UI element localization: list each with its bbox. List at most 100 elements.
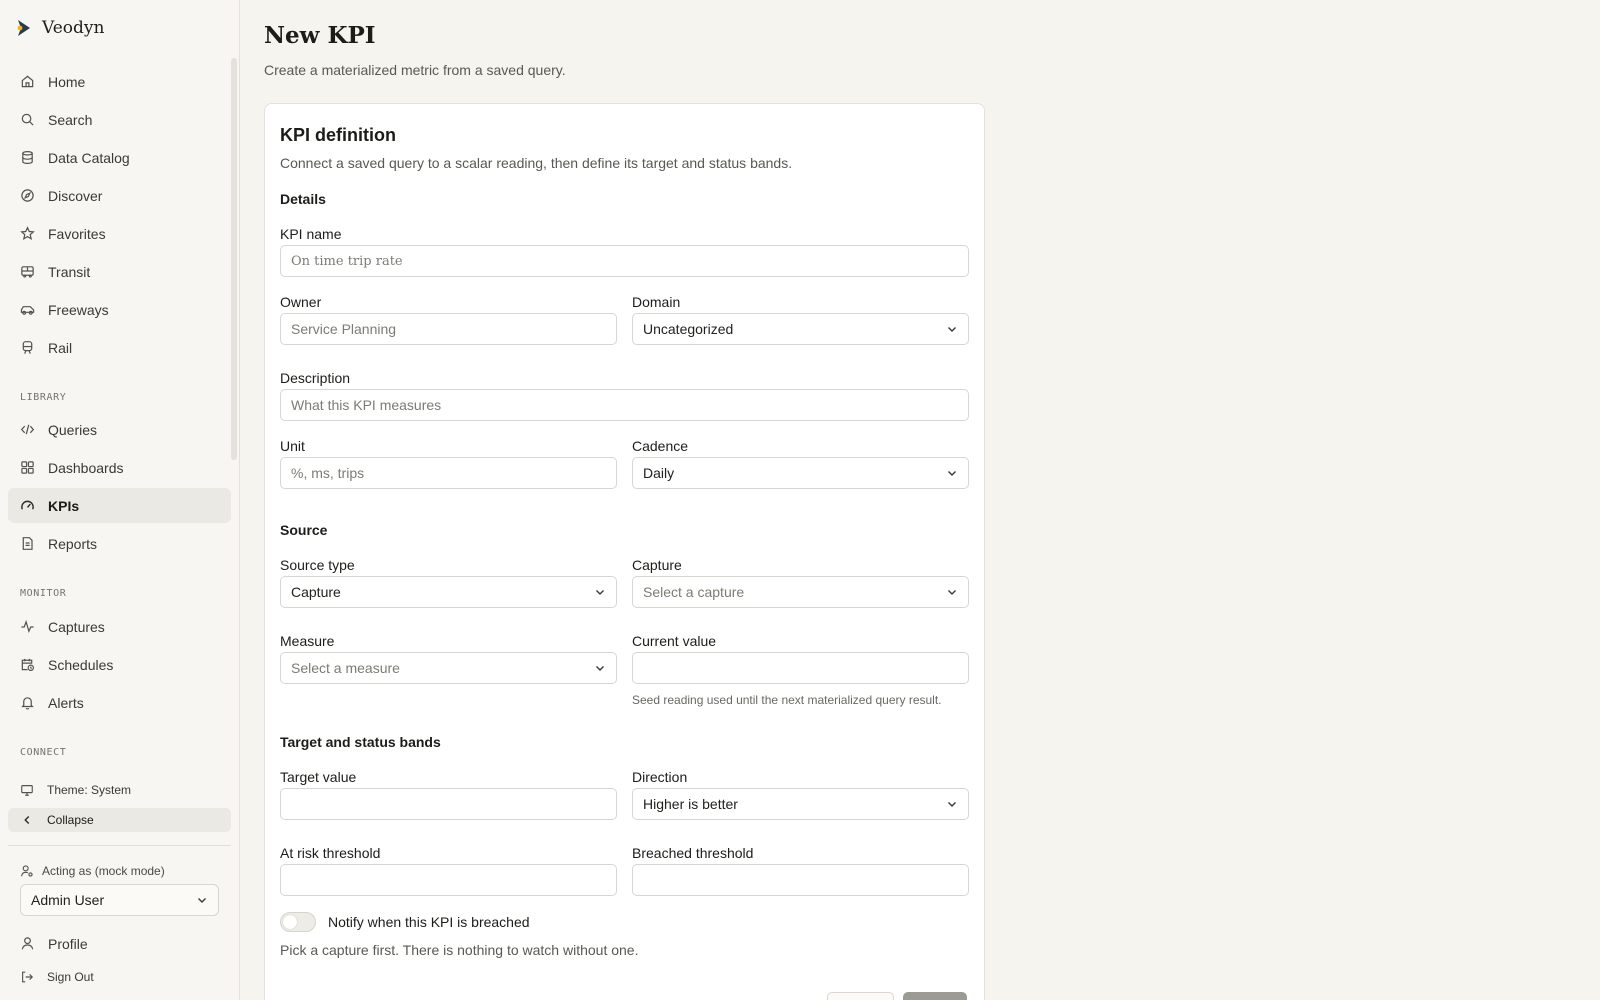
- measure-placeholder: Select a measure: [291, 660, 400, 676]
- theme-label: Theme: System: [47, 783, 132, 797]
- user-cog-icon: [21, 865, 33, 877]
- chevron-down-icon: [948, 590, 956, 595]
- sidebar-item-label: Home: [48, 73, 86, 90]
- source-type-select[interactable]: Capture: [280, 576, 617, 608]
- sidebar-item-rail[interactable]: Rail: [8, 330, 231, 365]
- brand-name: Veodyn: [42, 18, 105, 38]
- description-placeholder: What this KPI measures: [291, 397, 442, 413]
- notify-toggle[interactable]: [280, 912, 316, 932]
- compass-icon: [21, 189, 34, 202]
- unit-input[interactable]: %, ms, trips: [280, 457, 617, 489]
- sidebar-item-label: KPIs: [48, 497, 80, 514]
- breached-label: Breached threshold: [632, 845, 754, 861]
- sidebar-item-kpis[interactable]: KPIs: [8, 488, 231, 523]
- cancel-button[interactable]: [827, 992, 894, 1000]
- sidebar-item-label: Dashboards: [48, 459, 124, 476]
- at-risk-input[interactable]: [280, 864, 617, 896]
- sidebar-item-label: Queries: [48, 421, 98, 438]
- page-title: New KPI: [264, 22, 376, 49]
- sidebar-item-profile[interactable]: Profile: [8, 926, 231, 961]
- owner-placeholder: Service Planning: [291, 321, 397, 337]
- sidebar-item-label: Discover: [48, 187, 103, 204]
- domain-select[interactable]: Uncategorized: [632, 313, 969, 345]
- source-type-label: Source type: [280, 557, 355, 573]
- sidebar-item-label: Data Catalog: [48, 149, 130, 166]
- dashboard-icon: [21, 461, 34, 474]
- sidebar-item-label: Transit: [48, 263, 91, 280]
- collapse-label: Collapse: [47, 813, 94, 827]
- section-label-monitor: MONITOR: [20, 588, 67, 599]
- train-icon: [22, 341, 33, 354]
- chevron-down-icon: [596, 590, 604, 595]
- activity-icon: [21, 619, 34, 633]
- sidebar-item-data-catalog[interactable]: Data Catalog: [8, 140, 231, 175]
- card-subtitle: Connect a saved query to a scalar readin…: [280, 155, 793, 171]
- current-value-label: Current value: [632, 633, 717, 649]
- sign-out-button[interactable]: Sign Out: [8, 965, 231, 989]
- veodyn-logo-icon: [17, 20, 30, 36]
- sidebar-item-reports[interactable]: Reports: [8, 526, 231, 561]
- current-value-help: Seed reading used until the next materia…: [632, 693, 942, 707]
- gauge-icon: [21, 500, 34, 510]
- bell-icon: [21, 697, 34, 710]
- monitor-icon: [21, 785, 33, 796]
- at-risk-label: At risk threshold: [280, 845, 381, 861]
- sidebar-item-label: Schedules: [48, 656, 114, 673]
- description-input[interactable]: What this KPI measures: [280, 389, 969, 421]
- current-value-input[interactable]: [632, 652, 969, 684]
- chevron-down-icon: [198, 898, 206, 903]
- acting-as: Acting as (mock mode): [20, 864, 165, 878]
- page-subtitle: Create a materialized metric from a save…: [264, 62, 566, 78]
- owner-input[interactable]: Service Planning: [280, 313, 617, 345]
- sidebar-item-queries[interactable]: Queries: [8, 412, 231, 447]
- chevron-left-icon: [24, 816, 30, 824]
- bus-icon: [21, 266, 34, 278]
- brand[interactable]: Veodyn: [14, 16, 104, 40]
- sidebar-item-label: Search: [48, 111, 93, 128]
- capture-select[interactable]: Select a capture: [632, 576, 969, 608]
- sidebar-item-dashboards[interactable]: Dashboards: [8, 450, 231, 485]
- sidebar-item-search[interactable]: Search: [8, 102, 231, 137]
- direction-select[interactable]: Higher is better: [632, 788, 969, 820]
- cadence-value: Daily: [643, 465, 675, 481]
- kpi-name-input[interactable]: On time trip rate: [280, 245, 969, 277]
- kpi-definition-card: KPI definition Connect a saved query to …: [264, 103, 985, 1000]
- log-out-icon: [22, 971, 34, 983]
- acting-user-value: Admin User: [31, 892, 105, 908]
- domain-label: Domain: [632, 294, 681, 310]
- details-heading: Details: [280, 191, 326, 207]
- acting-label: Acting as (mock mode): [42, 864, 165, 878]
- sidebar-item-discover[interactable]: Discover: [8, 178, 231, 213]
- acting-user-select[interactable]: Admin User: [20, 884, 219, 916]
- create-button[interactable]: [903, 992, 967, 1000]
- kpi-name-placeholder: On time trip rate: [291, 253, 403, 269]
- sidebar-item-label: Reports: [48, 535, 98, 552]
- collapse-button[interactable]: Collapse: [8, 808, 231, 832]
- theme-toggle[interactable]: Theme: System: [8, 778, 231, 802]
- sidebar-item-freeways[interactable]: Freeways: [8, 292, 231, 327]
- sidebar-scrollbar[interactable]: [231, 58, 237, 460]
- home-icon: [21, 75, 34, 88]
- measure-select[interactable]: Select a measure: [280, 652, 617, 684]
- sidebar-item-schedules[interactable]: Schedules: [8, 647, 231, 682]
- source-heading: Source: [280, 522, 328, 538]
- chevron-down-icon: [596, 666, 604, 671]
- cadence-select[interactable]: Daily: [632, 457, 969, 489]
- user-icon: [21, 937, 34, 950]
- sidebar-item-home[interactable]: Home: [8, 64, 231, 99]
- sidebar-item-transit[interactable]: Transit: [8, 254, 231, 289]
- sidebar-item-captures[interactable]: Captures: [8, 609, 231, 644]
- sidebar-item-label: Alerts: [48, 694, 84, 711]
- target-value-input[interactable]: [280, 788, 617, 820]
- sidebar-item-favorites[interactable]: Favorites: [8, 216, 231, 251]
- section-label-connect: CONNECT: [20, 747, 67, 758]
- sidebar-item-label: Freeways: [48, 301, 109, 318]
- chevron-down-icon: [948, 802, 956, 807]
- capture-note: Pick a capture first. There is nothing t…: [280, 942, 639, 958]
- sidebar-item-alerts[interactable]: Alerts: [8, 685, 231, 720]
- code-icon: [20, 424, 35, 435]
- target-value-label: Target value: [280, 769, 357, 785]
- direction-value: Higher is better: [643, 796, 738, 812]
- breached-input[interactable]: [632, 864, 969, 896]
- car-icon: [20, 306, 35, 315]
